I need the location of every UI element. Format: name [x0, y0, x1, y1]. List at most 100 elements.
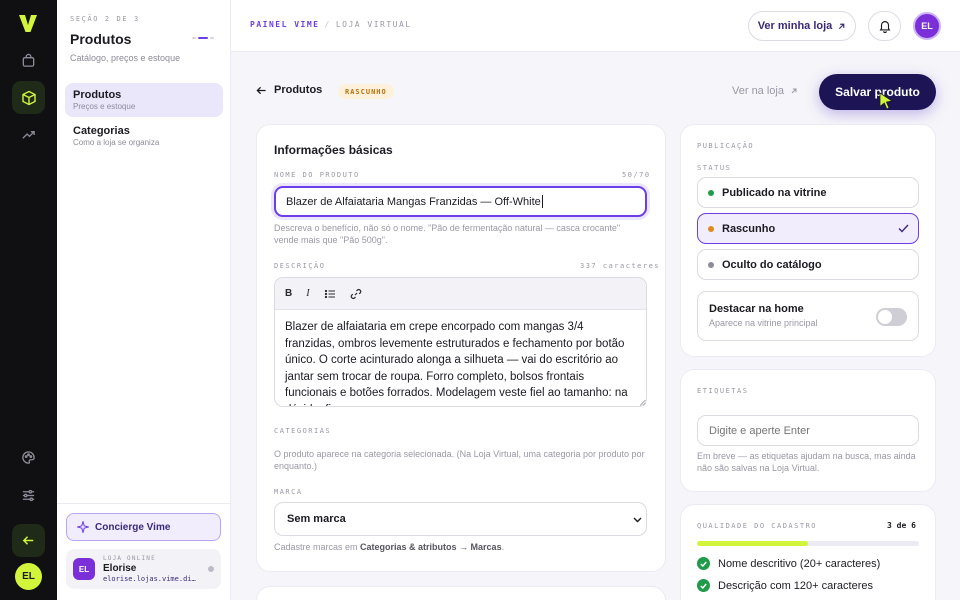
- bullet-list-icon[interactable]: [324, 288, 336, 300]
- publication-label: PUBLICAÇÃO: [697, 142, 755, 150]
- section-sidebar: SEÇÃO 2 DE 3 Produtos Catálogo, preços e…: [57, 0, 231, 600]
- section-subtitle: Catálogo, preços e estoque: [70, 53, 181, 63]
- external-link-icon: [791, 88, 797, 94]
- quality-progress-bar: [697, 541, 919, 546]
- box-icon[interactable]: [12, 81, 45, 114]
- resize-handle-icon[interactable]: [639, 399, 646, 406]
- status-label: STATUS: [697, 164, 732, 172]
- quality-label: QUALIDADE DO CADASTRO: [697, 522, 818, 530]
- orange-dot-icon: [708, 225, 714, 232]
- view-my-store-label: Ver minha loja: [757, 20, 833, 32]
- bag-icon[interactable]: [12, 44, 45, 77]
- sidebar-item-produtos[interactable]: Produtos Preços e estoque: [65, 83, 223, 117]
- feature-title: Destacar na home: [709, 303, 804, 315]
- product-name-value: Blazer de Alfaiataria Mangas Franzidas —…: [286, 195, 541, 208]
- italic-button[interactable]: I: [306, 288, 309, 299]
- tags-input[interactable]: [697, 415, 919, 446]
- status-option-hidden[interactable]: Oculto do catálogo: [697, 249, 919, 280]
- status-option-published[interactable]: Publicado na vitrine: [697, 177, 919, 208]
- gray-dot-icon: [708, 261, 714, 268]
- feature-desc: Aparece na vitrine principal: [709, 318, 818, 328]
- quality-check-label: Nome descritivo (20+ caracteres): [718, 557, 881, 570]
- app-rail: EL: [0, 0, 57, 600]
- back-label: Produtos: [274, 84, 323, 96]
- bold-button[interactable]: B: [285, 288, 292, 299]
- notifications-button[interactable]: [868, 11, 901, 41]
- status-option-label: Oculto do catálogo: [722, 258, 822, 271]
- description-textarea[interactable]: Blazer de alfaiataria em crepe encorpado…: [275, 310, 646, 406]
- topbar: PAINEL VIME / LOJA VIRTUAL Ver minha loja …: [231, 0, 960, 52]
- breadcrumb-section[interactable]: LOJA VIRTUAL: [336, 20, 412, 29]
- chevron-down-icon: [633, 517, 642, 523]
- view-in-store-link[interactable]: Ver na loja: [732, 85, 798, 97]
- brand-select-value: Sem marca: [287, 513, 346, 525]
- brand-label: MARCA: [274, 488, 303, 496]
- brand-hint-link[interactable]: Categorias & atributos → Marcas: [360, 542, 502, 552]
- palette-icon[interactable]: [12, 441, 45, 474]
- section-progress-dots: [192, 37, 214, 39]
- sidebar-item-label: Produtos: [73, 89, 122, 101]
- sidebar-item-desc: Como a loja se organiza: [73, 138, 160, 147]
- brand-hint: Cadastre marcas em Categorias & atributo…: [274, 542, 505, 552]
- concierge-label: Concierge Vime: [95, 521, 171, 533]
- store-name: Elorise: [103, 563, 137, 574]
- view-my-store-button[interactable]: Ver minha loja: [748, 11, 856, 41]
- section-title: Produtos: [70, 31, 132, 47]
- sidebar-item-desc: Preços e estoque: [73, 102, 136, 111]
- check-icon: [898, 224, 909, 233]
- product-name-input[interactable]: Blazer de Alfaiataria Mangas Franzidas —…: [274, 186, 647, 217]
- breadcrumb-app[interactable]: PAINEL VIME: [250, 20, 319, 29]
- basic-info-title: Informações básicas: [274, 143, 393, 157]
- editor-toolbar: B I: [275, 278, 646, 310]
- product-name-label: NOME DO PRODUTO: [274, 171, 360, 179]
- status-option-label: Rascunho: [722, 222, 776, 235]
- mouse-cursor-icon: [879, 92, 894, 110]
- account-avatar[interactable]: EL: [913, 12, 941, 40]
- text-caret: [541, 195, 543, 208]
- link-icon[interactable]: [350, 288, 362, 300]
- store-status-dot: [208, 566, 214, 572]
- trend-icon[interactable]: [12, 118, 45, 151]
- tags-hint: Em breve — as etiquetas ajudam na busca,…: [697, 451, 916, 473]
- external-link-icon: [839, 23, 845, 29]
- status-option-draft[interactable]: Rascunho: [697, 213, 919, 244]
- concierge-button[interactable]: Concierge Vime: [66, 513, 221, 541]
- sidebar-item-categorias[interactable]: Categorias Como a loja se organiza: [65, 119, 223, 153]
- status-option-label: Publicado na vitrine: [722, 186, 827, 199]
- product-name-hint: Descreva o benefício, não só o nome. "Pã…: [274, 223, 621, 245]
- sidebar-divider: [57, 503, 231, 504]
- feature-home-row: Destacar na home Aparece na vitrine prin…: [697, 291, 919, 341]
- store-kicker: LOJA ONLINE: [103, 555, 156, 562]
- store-switcher[interactable]: EL LOJA ONLINE Elorise elorise.lojas.vim…: [66, 549, 221, 589]
- breadcrumb: PAINEL VIME / LOJA VIRTUAL: [250, 20, 412, 29]
- quality-score: 3 de 6: [887, 521, 916, 530]
- sparkle-icon: [77, 521, 89, 533]
- sliders-icon[interactable]: [12, 479, 45, 512]
- description-counter: 337 caracteres: [580, 262, 661, 270]
- store-url: elorise.lojas.vime.digital: [103, 575, 199, 583]
- back-to-products-link[interactable]: Produtos: [256, 84, 322, 96]
- vime-logo-icon[interactable]: [17, 12, 39, 34]
- tags-label: ETIQUETAS: [697, 387, 749, 395]
- product-name-counter: 50/70: [622, 171, 651, 179]
- quality-check-item: Descrição com 120+ caracteres: [697, 579, 873, 592]
- status-badge: RASCUNHO: [338, 84, 394, 99]
- categories-hint: O produto aparece na categoria seleciona…: [274, 449, 645, 471]
- brand-select[interactable]: Sem marca: [274, 502, 647, 536]
- bell-icon: [879, 21, 890, 33]
- sidebar-item-label: Categorias: [73, 125, 130, 137]
- quality-check-item: Nome descritivo (20+ caracteres): [697, 557, 880, 570]
- categories-label: CATEGORIAS: [274, 427, 332, 435]
- green-dot-icon: [708, 189, 714, 196]
- next-card: [256, 586, 666, 600]
- quality-check-label: Descrição com 120+ caracteres: [718, 579, 873, 592]
- check-circle-icon: [697, 579, 710, 592]
- store-avatar: EL: [73, 558, 95, 580]
- description-label: DESCRIÇÃO: [274, 262, 326, 270]
- view-in-store-label: Ver na loja: [732, 85, 784, 97]
- feature-home-toggle[interactable]: [876, 308, 907, 326]
- user-avatar[interactable]: EL: [15, 563, 42, 590]
- arrow-left-icon: [256, 86, 266, 94]
- collapse-arrow-icon[interactable]: [12, 524, 45, 557]
- description-editor: B I Blazer de alfaiataria em crepe encor…: [274, 277, 647, 407]
